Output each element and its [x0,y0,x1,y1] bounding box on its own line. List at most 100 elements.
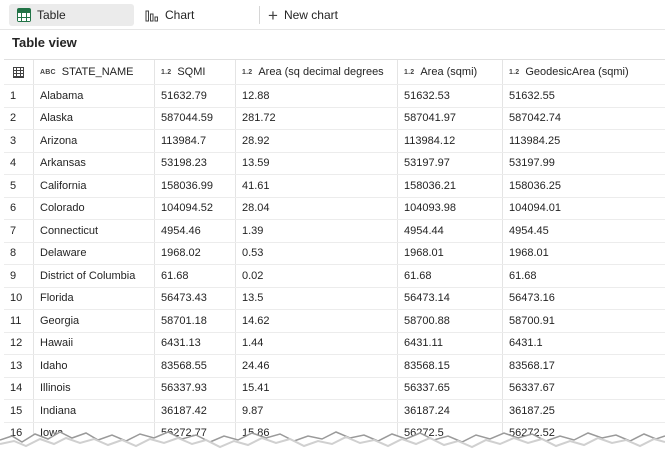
sqmi-cell[interactable]: 158036.99 [155,175,236,197]
state-name-cell[interactable]: Arkansas [34,152,155,174]
area-sq-decimal-degrees-cell[interactable]: 9.87 [236,400,398,422]
row-number[interactable]: 5 [4,175,34,197]
area-sqmi-cell[interactable]: 1968.01 [398,242,503,264]
area-sqmi-cell[interactable]: 36187.24 [398,400,503,422]
geodesic-area-cell[interactable]: 36187.25 [503,400,665,422]
sqmi-cell[interactable]: 56473.43 [155,287,236,309]
column-header-sqmi[interactable]: 1.2 SQMI [155,60,236,84]
table-row[interactable]: 13 Idaho 83568.55 24.46 83568.15 83568.17 [4,355,665,378]
state-name-cell[interactable]: California [34,175,155,197]
area-sqmi-cell[interactable]: 104093.98 [398,197,503,219]
row-number[interactable]: 3 [4,130,34,152]
sqmi-cell[interactable]: 61.68 [155,265,236,287]
row-number[interactable]: 7 [4,220,34,242]
sqmi-cell[interactable]: 6431.13 [155,332,236,354]
table-row[interactable]: 10 Florida 56473.43 13.5 56473.14 56473.16 [4,287,665,310]
area-sq-decimal-degrees-cell[interactable]: 41.61 [236,175,398,197]
row-number[interactable]: 15 [4,400,34,422]
geodesic-area-cell[interactable]: 58700.91 [503,310,665,332]
geodesic-area-cell[interactable]: 113984.25 [503,130,665,152]
area-sq-decimal-degrees-cell[interactable]: 15.41 [236,377,398,399]
area-sqmi-cell[interactable]: 56337.65 [398,377,503,399]
row-number[interactable]: 1 [4,85,34,107]
sqmi-cell[interactable]: 53198.23 [155,152,236,174]
table-row[interactable]: 4 Arkansas 53198.23 13.59 53197.97 53197.99 [4,152,665,175]
table-row[interactable]: 1 Alabama 51632.79 12.88 51632.53 51632.55 [4,85,665,108]
area-sq-decimal-degrees-cell[interactable]: 281.72 [236,107,398,129]
sqmi-cell[interactable]: 4954.46 [155,220,236,242]
state-name-cell[interactable]: Alaska [34,107,155,129]
table-row[interactable]: 5 California 158036.99 41.61 158036.21 158036… [4,175,665,198]
geodesic-area-cell[interactable]: 83568.17 [503,355,665,377]
table-row[interactable]: 3 Arizona 113984.7 28.92 113984.12 113984.25 [4,130,665,153]
area-sq-decimal-degrees-cell[interactable]: 1.44 [236,332,398,354]
area-sq-decimal-degrees-cell[interactable]: 28.04 [236,197,398,219]
table-row[interactable]: 6 Colorado 104094.52 28.04 104093.98 104094.0… [4,197,665,220]
geodesic-area-cell[interactable]: 1968.01 [503,243,665,265]
table-row[interactable]: 9 District of Columbia 61.68 0.02 61.68 61.68 [4,265,665,288]
state-name-cell[interactable]: Illinois [34,377,155,399]
geodesic-area-cell[interactable]: 4954.45 [503,220,665,242]
state-name-cell[interactable]: Colorado [34,197,155,219]
column-header-geodesic-area[interactable]: 1.2 GeodesicArea (sqmi) [503,60,665,84]
area-sq-decimal-degrees-cell[interactable]: 24.46 [236,355,398,377]
area-sqmi-cell[interactable]: 53197.97 [398,152,503,174]
state-name-cell[interactable]: Alabama [34,85,155,107]
area-sqmi-cell[interactable]: 61.68 [398,265,503,287]
sqmi-cell[interactable]: 56337.93 [155,377,236,399]
state-name-cell[interactable]: Georgia [34,310,155,332]
area-sq-decimal-degrees-cell[interactable]: 12.88 [236,85,398,107]
area-sq-decimal-degrees-cell[interactable]: 13.5 [236,287,398,309]
area-sqmi-cell[interactable]: 587041.97 [398,107,503,129]
area-sqmi-cell[interactable]: 51632.53 [398,85,503,107]
table-row[interactable]: 12 Hawaii 6431.13 1.44 6431.11 6431.1 [4,332,665,355]
sqmi-cell[interactable]: 1968.02 [155,242,236,264]
row-number[interactable]: 9 [4,265,34,287]
geodesic-area-cell[interactable]: 56337.67 [503,378,665,400]
tab-table[interactable]: Table [9,4,134,26]
area-sq-decimal-degrees-cell[interactable]: 13.59 [236,152,398,174]
geodesic-area-cell[interactable]: 53197.99 [503,153,665,175]
area-sqmi-cell[interactable]: 58700.88 [398,310,503,332]
state-name-cell[interactable]: Idaho [34,355,155,377]
area-sqmi-cell[interactable]: 83568.15 [398,355,503,377]
column-header-state-name[interactable]: ABC STATE_NAME [34,60,155,84]
state-name-cell[interactable]: Connecticut [34,220,155,242]
area-sqmi-cell[interactable]: 6431.11 [398,332,503,354]
table-row[interactable]: 14 Illinois 56337.93 15.41 56337.65 56337.67 [4,377,665,400]
row-number[interactable]: 12 [4,332,34,354]
row-number[interactable]: 2 [4,107,34,129]
area-sqmi-cell[interactable]: 113984.12 [398,130,503,152]
row-number[interactable]: 8 [4,242,34,264]
row-number[interactable]: 11 [4,310,34,332]
geodesic-area-cell[interactable]: 104094.01 [503,198,665,220]
state-name-cell[interactable]: Hawaii [34,332,155,354]
sqmi-cell[interactable]: 51632.79 [155,85,236,107]
area-sqmi-cell[interactable]: 158036.21 [398,175,503,197]
new-chart-button[interactable]: + New chart [266,4,338,26]
column-header-area-sqmi[interactable]: 1.2 Area (sqmi) [398,60,503,84]
area-sq-decimal-degrees-cell[interactable]: 28.92 [236,130,398,152]
geodesic-area-cell[interactable]: 158036.25 [503,175,665,197]
area-sqmi-cell[interactable]: 56473.14 [398,287,503,309]
geodesic-area-cell[interactable]: 51632.55 [503,85,665,107]
sqmi-cell[interactable]: 104094.52 [155,197,236,219]
sqmi-cell[interactable]: 113984.7 [155,130,236,152]
state-name-cell[interactable]: Florida [34,287,155,309]
table-row[interactable]: 8 Delaware 1968.02 0.53 1968.01 1968.01 [4,242,665,265]
state-name-cell[interactable]: Indiana [34,400,155,422]
row-number[interactable]: 4 [4,152,34,174]
geodesic-area-cell[interactable]: 56473.16 [503,288,665,310]
area-sqmi-cell[interactable]: 4954.44 [398,220,503,242]
table-row[interactable]: 11 Georgia 58701.18 14.62 58700.88 58700.91 [4,310,665,333]
area-sq-decimal-degrees-cell[interactable]: 0.02 [236,265,398,287]
select-all-header[interactable] [4,60,34,84]
state-name-cell[interactable]: Arizona [34,130,155,152]
column-header-area-sq-decimal-degrees[interactable]: 1.2 Area (sq decimal degrees [236,60,398,84]
geodesic-area-cell[interactable]: 6431.1 [503,333,665,355]
tab-chart[interactable]: Chart [141,4,194,26]
table-row[interactable]: 7 Connecticut 4954.46 1.39 4954.44 4954.45 [4,220,665,243]
area-sq-decimal-degrees-cell[interactable]: 14.62 [236,310,398,332]
sqmi-cell[interactable]: 36187.42 [155,400,236,422]
sqmi-cell[interactable]: 58701.18 [155,310,236,332]
